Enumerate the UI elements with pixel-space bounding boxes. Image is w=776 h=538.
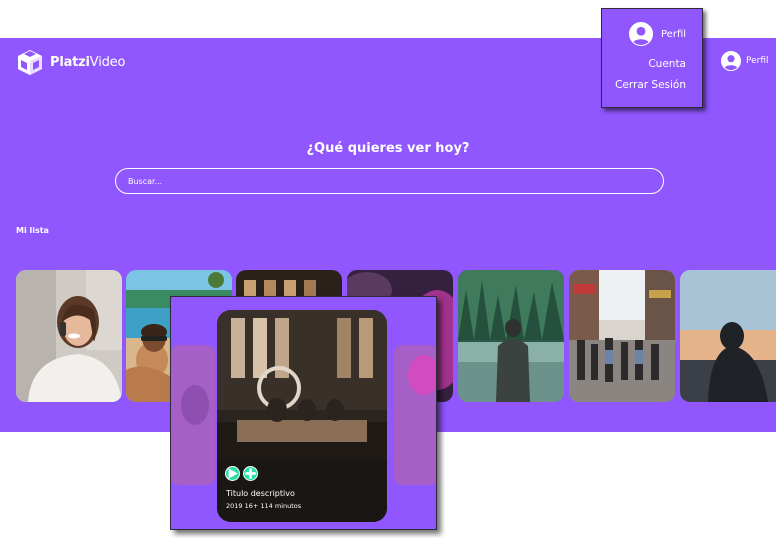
woman-on-phone-thumbnail	[16, 270, 122, 402]
user-avatar-icon	[721, 51, 741, 71]
menu-item-account[interactable]: Cuenta	[648, 58, 686, 70]
hero-title: ¿Qué quieres ver hoy?	[306, 141, 470, 156]
side-card-right-thumbnail	[394, 345, 436, 485]
user-avatar-icon	[629, 22, 653, 46]
card-controls	[225, 466, 258, 481]
header-profile-label: Perfil	[746, 56, 769, 66]
plus-glyph	[245, 468, 256, 479]
carousel-item-forest-lake[interactable]	[458, 270, 564, 402]
menu-item-logout[interactable]: Cerrar Sesión	[615, 79, 686, 91]
card-meta: 2019 16+ 114 minutos	[226, 502, 302, 510]
search-input[interactable]	[115, 168, 664, 194]
section-title-my-list: Mi lista	[16, 226, 49, 235]
side-card-right[interactable]	[394, 345, 436, 485]
forest-lake-thumbnail	[458, 270, 564, 402]
street-crowd-thumbnail	[569, 270, 675, 402]
carousel-item-street-crowd[interactable]	[569, 270, 675, 402]
play-glyph	[228, 468, 238, 479]
logo-text: PlatziVideo	[50, 55, 125, 70]
screenshot-stage: PlatziVideo Perfil ¿Qué quieres ver hoy?…	[0, 0, 776, 538]
carousel-item-sunset-hoodie[interactable]	[680, 270, 776, 402]
card-title: Titulo descriptivo	[226, 489, 295, 498]
sunset-hoodie-thumbnail	[680, 270, 776, 402]
dropdown-profile-label: Perfil	[661, 28, 687, 40]
dropdown-profile[interactable]: Perfil	[629, 22, 686, 46]
profile-dropdown-menu: Perfil Cuenta Cerrar Sesión	[601, 8, 703, 108]
logo-text-light: Video	[89, 54, 126, 70]
plus-icon[interactable]	[243, 466, 258, 481]
play-icon[interactable]	[225, 466, 240, 481]
cube-logo-icon	[18, 50, 42, 75]
platzi-video-logo[interactable]: PlatziVideo	[16, 48, 125, 76]
carousel-item-woman-phone[interactable]	[16, 270, 122, 402]
header-profile-menu[interactable]: Perfil	[721, 51, 769, 71]
logo-text-bold: Platzi	[50, 54, 90, 70]
card-hover-preview: Titulo descriptivo 2019 16+ 114 minutos	[170, 296, 437, 530]
side-card-left-thumbnail	[171, 345, 215, 485]
side-card-left[interactable]	[171, 345, 215, 485]
featured-card[interactable]: Titulo descriptivo 2019 16+ 114 minutos	[217, 310, 387, 522]
